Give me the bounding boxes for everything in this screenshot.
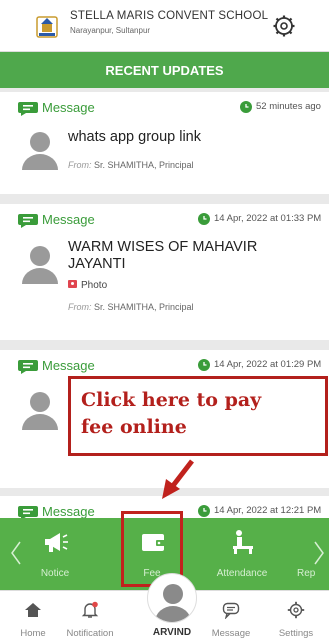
update-sender: From: Sr. SHAMITHA, Principal bbox=[68, 160, 194, 170]
update-title-line1: WARM WISES OF MAHAVIR bbox=[68, 239, 258, 255]
tab-label: Message bbox=[211, 628, 251, 639]
message-icon bbox=[18, 102, 38, 116]
sender-avatar bbox=[22, 392, 58, 430]
callout-arrow-icon bbox=[162, 459, 194, 499]
sender-name: Sr. SHAMITHA, Principal bbox=[94, 302, 194, 312]
message-icon bbox=[18, 214, 38, 228]
message-type-label: Message bbox=[42, 212, 95, 227]
school-name: STELLA MARIS CONVENT SCHOOL bbox=[70, 10, 269, 22]
quick-nav-label: Rep bbox=[297, 568, 316, 579]
photo-icon bbox=[68, 280, 77, 288]
update-sender: From: Sr. SHAMITHA, Principal bbox=[68, 302, 194, 312]
gear-icon bbox=[287, 601, 305, 619]
tab-label: Notification bbox=[66, 628, 114, 639]
tab-message[interactable]: Message bbox=[198, 591, 264, 640]
attachment-label: Photo bbox=[81, 280, 108, 291]
update-time: 14 Apr, 2022 at 12:21 PM bbox=[214, 505, 322, 516]
sender-avatar bbox=[22, 132, 58, 170]
clock-icon bbox=[198, 359, 210, 371]
profile-avatar[interactable] bbox=[147, 573, 197, 623]
chevron-right-icon[interactable] bbox=[313, 540, 325, 566]
message-type-label: Message bbox=[42, 100, 95, 115]
quick-nav-attendance[interactable]: Attendance bbox=[207, 518, 277, 590]
message-icon bbox=[18, 506, 38, 518]
school-logo-icon bbox=[36, 16, 58, 38]
avatar-icon bbox=[155, 584, 191, 622]
recent-updates-title: RECENT UPDATES bbox=[105, 63, 224, 78]
clock-icon bbox=[198, 505, 210, 517]
profile-name[interactable]: ARVIND bbox=[142, 627, 202, 638]
from-prefix: From: bbox=[68, 160, 92, 170]
update-card[interactable]: Message 52 minutes ago whats app group l… bbox=[0, 92, 329, 194]
message-icon bbox=[18, 360, 38, 374]
clock-icon bbox=[240, 101, 252, 113]
tab-settings[interactable]: Settings bbox=[263, 591, 329, 640]
megaphone-icon bbox=[45, 533, 68, 552]
chat-icon bbox=[222, 602, 240, 619]
photo-attachment[interactable]: Photo bbox=[68, 280, 107, 291]
school-location: Narayanpur, Sultanpur bbox=[70, 26, 151, 35]
tab-label: Settings bbox=[278, 628, 314, 639]
settings-gear-icon[interactable] bbox=[272, 14, 296, 38]
message-type-label: Message bbox=[42, 504, 95, 518]
from-prefix: From: bbox=[68, 302, 92, 312]
callout-text: Click here to pay fee online bbox=[81, 387, 321, 441]
sender-name: Sr. SHAMITHA, Principal bbox=[94, 160, 194, 170]
desk-icon bbox=[233, 530, 253, 554]
update-time: 14 Apr, 2022 at 01:33 PM bbox=[214, 213, 322, 224]
update-time: 14 Apr, 2022 at 01:29 PM bbox=[214, 359, 322, 370]
callout-line1: Click here to pay bbox=[81, 389, 262, 411]
pay-fee-callout: Click here to pay fee online bbox=[68, 376, 328, 456]
message-type-label: Message bbox=[42, 358, 95, 373]
update-title: whats app group link bbox=[68, 129, 201, 145]
quick-nav-notice[interactable]: Notice bbox=[20, 518, 90, 590]
tab-notification[interactable]: Notification bbox=[57, 591, 123, 640]
quick-nav-label: Notice bbox=[40, 568, 70, 579]
update-title-line2: JAYANTI bbox=[68, 256, 126, 272]
clock-icon bbox=[198, 213, 210, 225]
home-icon bbox=[25, 603, 41, 617]
app-header: STELLA MARIS CONVENT SCHOOL Narayanpur, … bbox=[0, 0, 329, 52]
quick-nav-label: Attendance bbox=[216, 568, 268, 579]
update-time: 52 minutes ago bbox=[256, 101, 321, 112]
bell-icon bbox=[81, 601, 99, 618]
callout-line2: fee online bbox=[81, 416, 187, 438]
recent-updates-bar: RECENT UPDATES bbox=[0, 52, 329, 88]
sender-avatar bbox=[22, 246, 58, 284]
update-card[interactable]: Message 14 Apr, 2022 at 01:33 PM WARM WI… bbox=[0, 204, 329, 340]
